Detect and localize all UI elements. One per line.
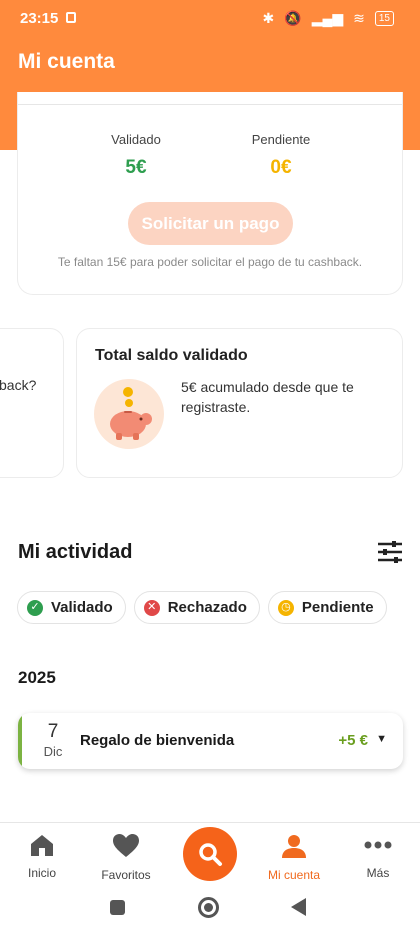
- info-card-total-validated[interactable]: Total saldo validado 5€ acumulado desde …: [76, 328, 403, 478]
- heart-icon: [113, 834, 139, 857]
- info-card-text: 5€ acumulado desde que te registraste.: [181, 379, 354, 415]
- info-card-title: Total saldo validado: [95, 347, 248, 364]
- info-card-previous-text: back?: [0, 377, 37, 393]
- filter-chip-pending[interactable]: ◷ Pendiente: [267, 591, 387, 624]
- request-payment-button[interactable]: Solicitar un pago: [128, 202, 293, 245]
- home-icon: [31, 835, 53, 856]
- cross-icon: ✕: [143, 599, 160, 616]
- status-bar: 23:15 ✱ 🔕 ▂▄▆ ≋ 15: [0, 0, 420, 38]
- nav-label: Favoritos: [101, 868, 151, 882]
- validated-balance: Validado 5€: [76, 132, 196, 179]
- battery-icon: 15: [374, 11, 394, 26]
- user-icon: [282, 835, 306, 858]
- activity-name: Regalo de bienvenida: [80, 732, 235, 749]
- more-icon: [364, 841, 392, 849]
- nav-item-mas[interactable]: Más: [338, 833, 418, 880]
- year-heading: 2025: [18, 668, 56, 687]
- notification-icon: [66, 12, 76, 23]
- back-icon[interactable]: [291, 898, 306, 916]
- wifi-icon: ≋: [353, 10, 365, 26]
- status-time: 23:15: [20, 10, 59, 27]
- recents-icon[interactable]: [110, 900, 125, 915]
- search-button[interactable]: [183, 827, 237, 881]
- activity-day: 7: [47, 721, 59, 742]
- bottom-nav: Inicio Favoritos Mi cuenta Más: [0, 822, 420, 884]
- balance-card: Validado 5€ Pendiente 0€ Solicitar un pa…: [17, 92, 403, 295]
- info-card-previous[interactable]: back?: [0, 328, 64, 478]
- nav-item-favoritos[interactable]: Favoritos: [86, 833, 166, 882]
- pending-balance: Pendiente 0€: [221, 132, 341, 179]
- signal-icon: ▂▄▆: [311, 10, 344, 26]
- page-title: Mi cuenta: [18, 50, 115, 73]
- filter-icon[interactable]: [376, 540, 404, 564]
- search-icon: [199, 843, 222, 866]
- check-icon: ✓: [27, 599, 43, 616]
- nav-label: Más: [366, 866, 390, 880]
- nav-item-mi-cuenta[interactable]: Mi cuenta: [254, 833, 334, 882]
- pending-label: Pendiente: [251, 132, 311, 147]
- payment-hint: Te faltan 15€ para poder solicitar el pa…: [57, 255, 363, 269]
- validated-label: Validado: [111, 132, 161, 147]
- activity-amount: +5 €: [338, 732, 368, 749]
- system-nav: [0, 884, 420, 933]
- validated-value: 5€: [125, 157, 147, 178]
- chevron-down-icon[interactable]: ▼: [376, 733, 387, 745]
- nav-label: Inicio: [27, 866, 56, 880]
- clock-icon: ◷: [277, 599, 294, 616]
- pending-value: 0€: [270, 157, 292, 178]
- nav-item-inicio[interactable]: Inicio: [2, 833, 82, 880]
- activity-item[interactable]: 7 Dic Regalo de bienvenida +5 € ▼: [18, 713, 403, 769]
- filter-chip-label: Validado: [51, 599, 113, 616]
- divider: [18, 104, 402, 105]
- filter-chip-validated[interactable]: ✓ Validado: [17, 591, 126, 624]
- filter-chip-label: Pendiente: [301, 599, 374, 616]
- home-button-icon[interactable]: [198, 897, 219, 918]
- bluetooth-icon: ✱: [262, 10, 275, 26]
- status-bar-indicator: [18, 713, 22, 769]
- mute-icon: 🔕: [284, 10, 302, 26]
- activity-month: Dic: [43, 744, 63, 759]
- status-icons: ✱ 🔕 ▂▄▆ ≋ 15: [263, 10, 394, 27]
- activity-title: Mi actividad: [18, 541, 133, 563]
- filter-chip-label: Rechazado: [167, 599, 247, 616]
- piggy-bank-icon: [94, 379, 164, 449]
- activity-filters: ✓ Validado ✕ Rechazado ◷ Pendiente: [17, 591, 387, 624]
- nav-label: Mi cuenta: [267, 868, 321, 882]
- filter-chip-rejected[interactable]: ✕ Rechazado: [133, 591, 260, 624]
